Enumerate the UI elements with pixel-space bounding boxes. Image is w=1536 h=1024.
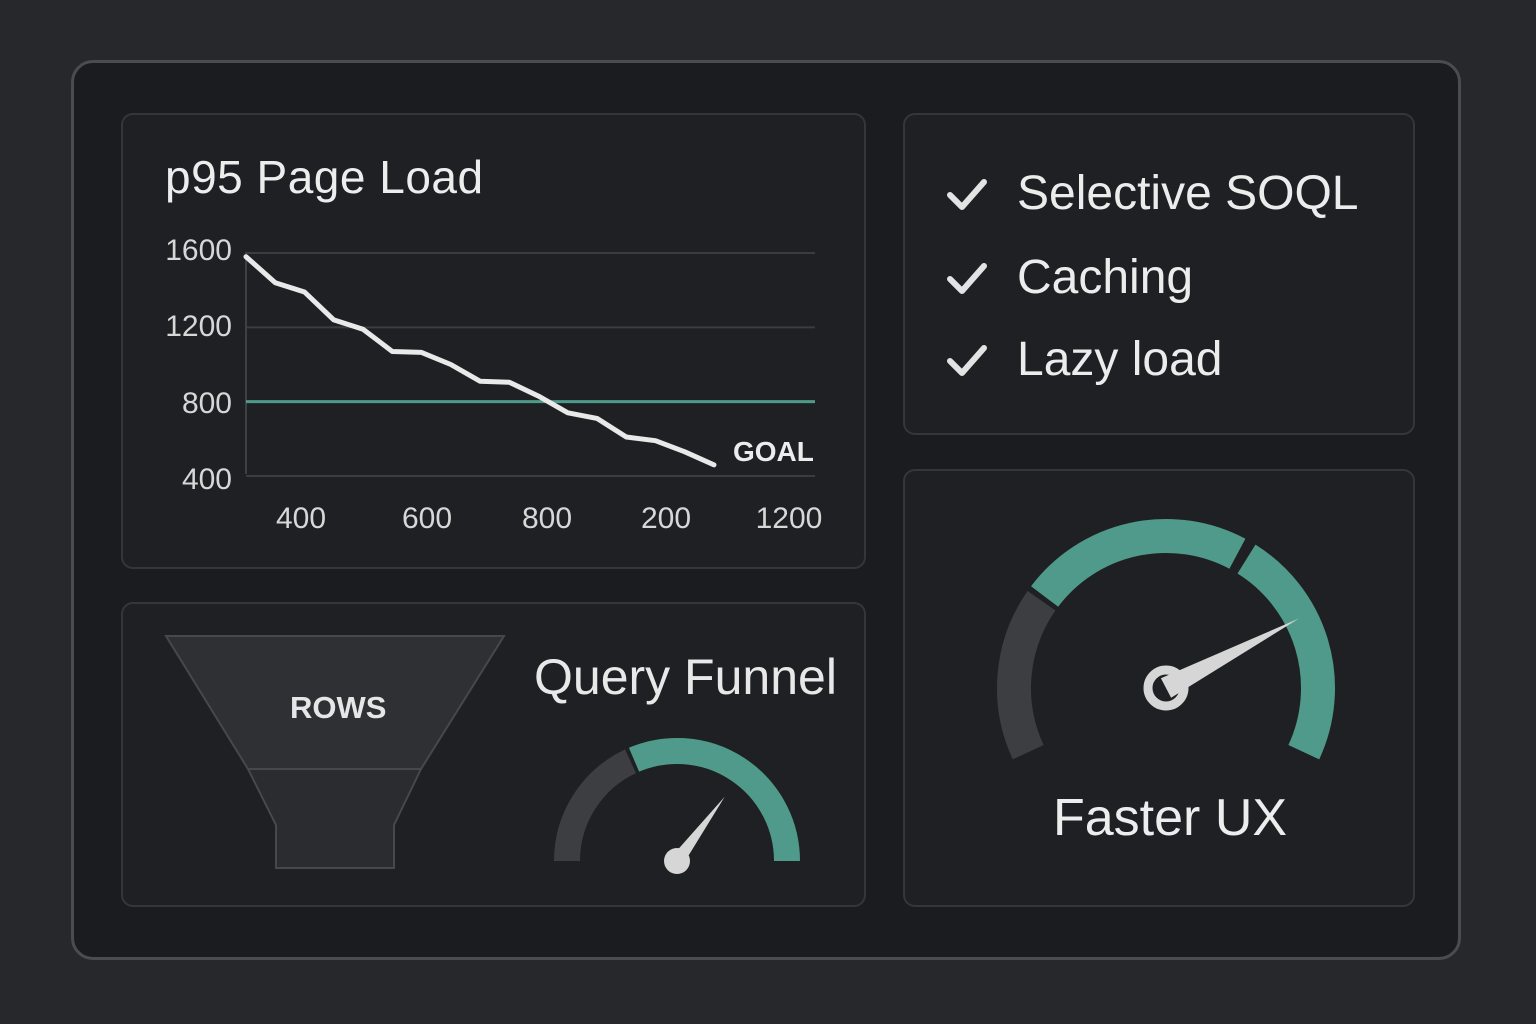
gauge-hub <box>664 848 690 874</box>
funnel-icon <box>164 635 506 869</box>
checklist-item-label: Lazy load <box>1017 333 1223 386</box>
checklist-item: Caching <box>945 250 1193 305</box>
query-gauge <box>554 737 800 874</box>
query-funnel-title: Query Funnel <box>534 649 837 705</box>
check-icon <box>947 262 987 294</box>
gauge-fill <box>628 737 800 862</box>
check-icon <box>947 344 987 376</box>
ux-speed-gauge <box>997 519 1335 760</box>
gauge-fill <box>1031 519 1246 608</box>
funnel-rows-label: ROWS <box>290 690 387 725</box>
checklist-item: Lazy load <box>945 332 1222 387</box>
graphics-layer <box>164 252 1335 874</box>
gauge-track <box>554 749 637 862</box>
checklist-item: Selective SOQL <box>945 166 1358 221</box>
checklist-item-label: Selective SOQL <box>1017 167 1359 220</box>
chart-grid <box>246 252 815 477</box>
checklist-item-label: Caching <box>1017 251 1194 304</box>
check-icon <box>947 178 987 210</box>
gauge-track <box>997 591 1056 760</box>
gauge-fill <box>1237 544 1335 760</box>
faster-ux-label: Faster UX <box>1053 789 1288 847</box>
page-load-series-line <box>243 254 717 468</box>
